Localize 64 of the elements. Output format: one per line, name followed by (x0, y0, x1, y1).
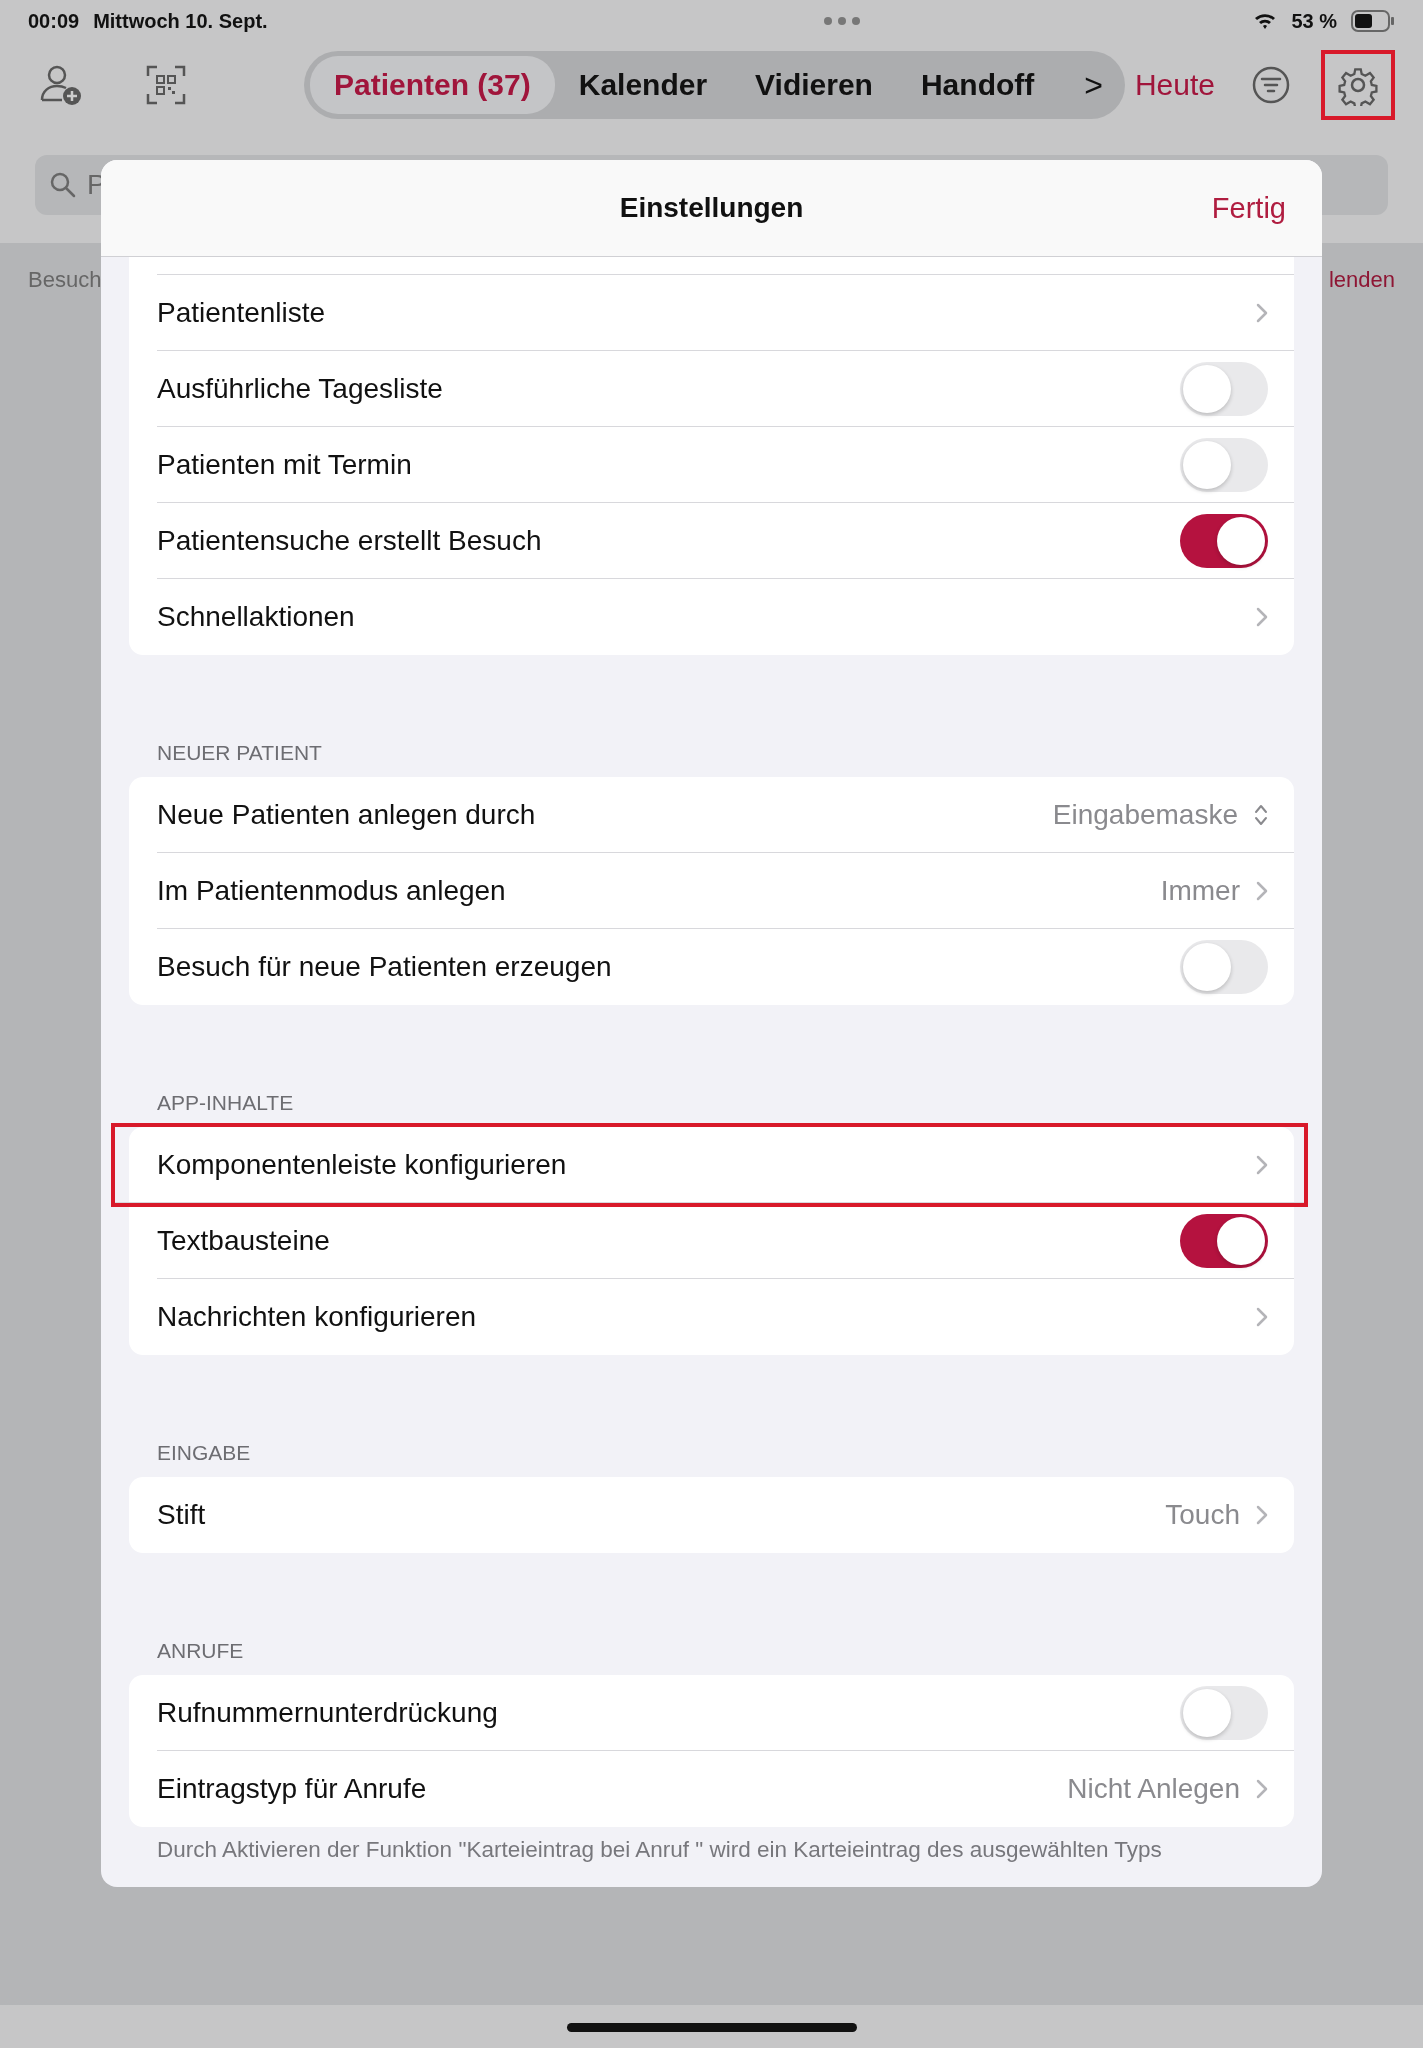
row-label: Ausführliche Tagesliste (157, 372, 444, 405)
status-date: Mittwoch 10. Sept. (93, 9, 268, 33)
settings-row[interactable]: Im Patientenmodus anlegen Immer (157, 853, 1294, 929)
row-label: Im Patientenmodus anlegen (157, 874, 507, 907)
row-label: Schnellaktionen (157, 601, 356, 633)
dialog-title: Einstellungen (619, 192, 804, 224)
settings-row[interactable]: Patientenliste (157, 275, 1294, 351)
chevron-icon (1256, 1779, 1268, 1799)
toggle-switch[interactable] (1180, 513, 1268, 568)
today-button[interactable]: Heute (1134, 68, 1215, 102)
wifi-icon (1253, 12, 1278, 30)
row-value: Immer (1160, 874, 1240, 907)
row-label: Nachrichten konfigurieren (157, 1301, 478, 1333)
toggle-switch[interactable] (1180, 940, 1268, 994)
row-value: Nicht Anlegen (1067, 1773, 1240, 1805)
row-value: Eingabemaske (1052, 798, 1238, 831)
chevron-icon (1256, 1154, 1268, 1175)
chevron-icon (1256, 1307, 1268, 1327)
up-down-chevron-icon (1254, 802, 1268, 827)
row-label: Komponentenleiste konfigurieren (157, 1148, 568, 1181)
battery-icon (1351, 10, 1395, 32)
row-label: Patientenliste (157, 296, 327, 329)
toggle-switch[interactable] (1180, 1685, 1268, 1740)
footnote: Durch Aktivieren der Funktion "Karteieintrag bei Anruf " wird ein Karteieintrag des ausgewählten Typs (156, 1836, 1163, 1863)
hide-link[interactable]: lenden (1328, 267, 1395, 293)
row-value: Touch (1165, 1499, 1240, 1531)
row-label: Eintragstyp für Anrufe (157, 1773, 428, 1805)
battery-percent: 53 % (1291, 9, 1337, 33)
row-label: Rufnummernunterdrückung (157, 1696, 499, 1729)
more-tabs-button[interactable]: > (1068, 66, 1119, 104)
row-label: Textbausteine (157, 1224, 331, 1257)
row-label: Stift (157, 1499, 207, 1531)
row-label: Patienten mit Termin (157, 448, 413, 481)
segment-tab[interactable]: Patienten (37) (310, 56, 555, 114)
chevron-icon (1256, 880, 1268, 901)
row-label: Patientensuche erstellt Besuch (157, 524, 543, 557)
settings-row[interactable]: Schnellaktionen (157, 579, 1294, 655)
more-dots-icon (821, 16, 862, 26)
segment-tab[interactable]: Vidieren (731, 56, 897, 114)
section-label: Besuch (28, 267, 102, 293)
settings-row[interactable]: Eintragstyp für Anrufe Nicht Anlegen (157, 1751, 1294, 1827)
toggle-switch[interactable] (1180, 361, 1268, 416)
chevron-icon (1256, 302, 1268, 323)
section-header: APP-INHALTE (156, 1091, 295, 1116)
chevron-icon (1256, 1505, 1268, 1525)
row-label: Neue Patienten anlegen durch (157, 798, 537, 831)
status-time: 00:09 (28, 9, 80, 33)
row-label: Besuch für neue Patienten erzeugen (157, 951, 613, 983)
settings-row[interactable]: Stift Touch (157, 1477, 1294, 1553)
chevron-icon (1256, 607, 1268, 627)
section-header: NEUER PATIENT (156, 741, 323, 766)
settings-button[interactable] (1321, 50, 1395, 120)
segment-tab[interactable]: Kalender (554, 56, 732, 114)
done-button[interactable]: Fertig (1211, 191, 1286, 225)
settings-row[interactable]: Neue Patienten anlegen durch Eingabemaske (157, 777, 1294, 853)
settings-row[interactable]: Komponentenleiste konfigurieren (115, 1127, 1304, 1203)
filter-icon[interactable] (1251, 65, 1291, 105)
segment-tab[interactable]: Handoff (896, 56, 1059, 114)
settings-row[interactable]: Nachrichten konfigurieren (157, 1279, 1294, 1355)
toggle-switch[interactable] (1180, 1213, 1268, 1268)
qr-scan-icon[interactable] (146, 65, 186, 105)
toggle-switch[interactable] (1180, 437, 1268, 492)
section-header: ANRUFE (156, 1639, 245, 1664)
section-header: EINGABE (156, 1441, 252, 1466)
